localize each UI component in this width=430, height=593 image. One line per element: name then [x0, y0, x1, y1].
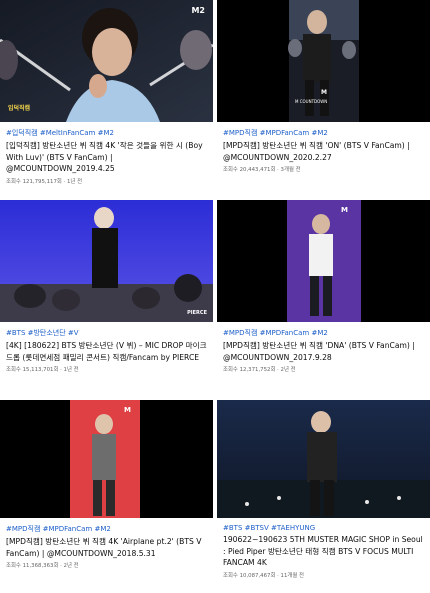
video-thumbnail[interactable]: M M COUNTDOWN	[217, 0, 430, 122]
thumbnail-watermark: M COUNTDOWN	[295, 99, 328, 104]
video-meta: 조회수 10,087,467회 · 11개월 전	[223, 572, 305, 579]
video-thumbnail[interactable]: M	[0, 400, 213, 518]
video-title[interactable]: [MPD직캠] 방탄소년단 뷔 직캠 4K 'Airplane pt.2' (B…	[0, 534, 213, 559]
video-meta: 조회수 12,371,752회 · 2년 전	[223, 367, 296, 373]
video-card[interactable]: M #MPD직캠 #MPDFanCam #M2 [MPD직캠] 방탄소년단 뷔 …	[217, 200, 430, 373]
video-hashtags[interactable]: #BTS #방탄소년단 #V	[0, 328, 213, 338]
video-hashtags[interactable]: #MPD직캠 #MPDFanCam #M2	[217, 328, 430, 338]
video-thumbnail[interactable]: PIERCE	[0, 200, 213, 322]
video-title[interactable]: [MPD직캠] 방탄소년단 뷔 직캠 'DNA' (BTS V FanCam) …	[217, 338, 430, 363]
mnet-logo: M	[321, 89, 327, 96]
video-meta: 조회수 15,113,701회 · 1년 전	[6, 367, 79, 373]
video-title[interactable]: [MPD직캠] 방탄소년단 뷔 직캠 'ON' (BTS V FanCam) |…	[217, 138, 430, 163]
video-card[interactable]: #BTS #BTSV #TAEHYUNG 190622~190623 5TH M…	[217, 400, 430, 579]
video-thumbnail[interactable]: M2 입덕직캠	[0, 0, 213, 122]
video-thumbnail[interactable]	[217, 400, 430, 518]
video-title[interactable]: [4K] [180622] BTS 방탄소년단 (V 뷔) – MIC DROP…	[0, 338, 213, 363]
thumbnail-image	[0, 0, 213, 122]
video-title[interactable]: 190622~190623 5TH MUSTER MAGIC SHOP in S…	[217, 532, 430, 569]
video-hashtags[interactable]: #입덕직캠 #MeltInFanCam #M2	[0, 128, 213, 138]
video-hashtags[interactable]: #BTS #BTSV #TAEHYUNG	[217, 524, 430, 532]
video-meta: 조회수 20,443,471회 · 3개월 전	[223, 167, 301, 173]
video-hashtags[interactable]: #MPD직캠 #MPDFanCam #M2	[217, 128, 430, 138]
video-card[interactable]: M #MPD직캠 #MPDFanCam #M2 [MPD직캠] 방탄소년단 뷔 …	[0, 400, 213, 569]
video-title[interactable]: [입덕직캠] 방탄소년단 뷔 직캠 4K '작은 것들을 위한 시 (Boy W…	[0, 138, 213, 175]
thumbnail-image	[0, 200, 213, 322]
thumbnail-image	[0, 400, 213, 518]
video-meta: 조회수 11,368,363회 · 2년 전	[6, 563, 79, 569]
video-card[interactable]: PIERCE #BTS #방탄소년단 #V [4K] [180622] BTS …	[0, 200, 213, 373]
m2-logo: M2	[191, 6, 205, 15]
video-meta: 조회수 121,795,117회 · 1년 전	[6, 178, 83, 185]
thumbnail-watermark: PIERCE	[187, 310, 207, 316]
video-card[interactable]: M M COUNTDOWN #MPD직캠 #MPDFanCam #M2 [MPD…	[217, 0, 430, 173]
thumbnail-image	[217, 400, 430, 518]
mnet-logo: M	[124, 406, 131, 414]
video-card[interactable]: M2 입덕직캠 #입덕직캠 #MeltInFanCam #M2 [입덕직캠] 방…	[0, 0, 213, 185]
video-thumbnail[interactable]: M	[217, 200, 430, 322]
mnet-logo: M	[341, 206, 348, 214]
video-hashtags[interactable]: #MPD직캠 #MPDFanCam #M2	[0, 524, 213, 534]
thumbnail-image	[217, 200, 430, 322]
video-results-grid: M2 입덕직캠 #입덕직캠 #MeltInFanCam #M2 [입덕직캠] 방…	[0, 0, 430, 593]
thumbnail-watermark: 입덕직캠	[8, 105, 31, 112]
